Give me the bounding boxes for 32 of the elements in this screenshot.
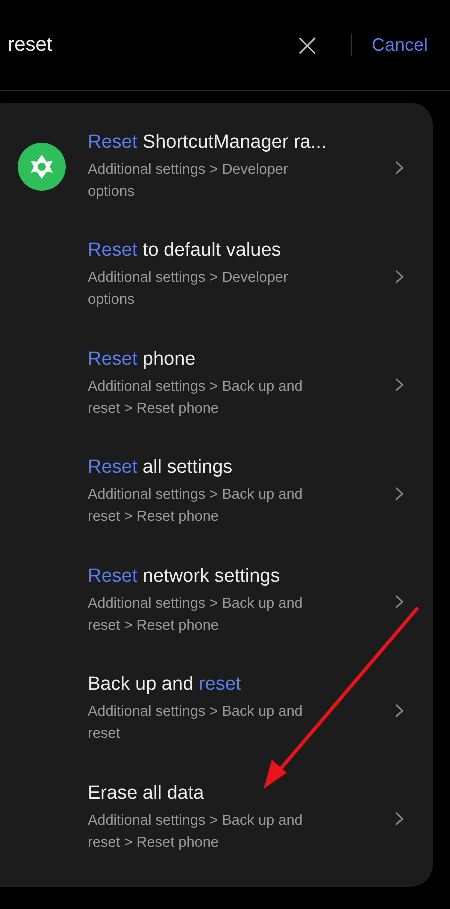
result-item[interactable]: Reset phone Additional settings > Back up and reset > Reset phone ›	[0, 330, 433, 438]
chevron-icon: ›	[393, 692, 407, 727]
result-title: Reset phone	[88, 348, 197, 371]
chevron-icon: ›	[393, 258, 407, 293]
result-item[interactable]: Reset to default values Additional settings > Developer options ›	[0, 222, 433, 330]
result-item[interactable]: Reset ShortcutManager ra... Additional settings > Developer options ›	[0, 113, 433, 222]
chevron-icon: ›	[393, 801, 407, 836]
search-field[interactable]: reset	[8, 34, 290, 56]
cancel-button[interactable]: Cancel	[372, 34, 428, 56]
chevron-icon: ›	[393, 150, 407, 184]
result-title: Erase all data	[88, 782, 206, 805]
chevron-icon: ›	[393, 584, 407, 618]
result-item[interactable]: Reset network settings Additional settings > Back up and reset > Reset phone ›	[0, 547, 433, 656]
result-path: Additional settings > Developer options	[88, 160, 290, 202]
result-item[interactable]: Back up and reset Additional settings > Back up and reset ›	[0, 656, 433, 764]
chevron-icon: ›	[393, 367, 407, 402]
chevron-icon: ›	[393, 476, 407, 510]
result-path: Additional settings > Back up and reset > Reset phone	[88, 486, 304, 528]
result-path: Additional settings > Back up and reset > Reset phone	[88, 812, 304, 853]
result-path: Additional settings > Developer options	[88, 269, 290, 310]
result-title: Reset ShortcutManager ra...	[88, 132, 328, 154]
clear-button[interactable]: ×	[290, 29, 325, 61]
result-path: Additional settings > Back up and reset	[88, 703, 304, 744]
result-title: Reset to default values	[88, 240, 282, 262]
result-path: Additional settings > Back up and reset > Reset phone	[88, 594, 304, 636]
result-title: Reset all settings	[88, 457, 234, 480]
result-title: Back up and reset	[88, 674, 242, 696]
result-title: Reset network settings	[88, 566, 282, 588]
result-item[interactable]: Reset all settings Additional settings > Back up and reset > Reset phone ›	[0, 438, 433, 547]
settings-icon	[18, 143, 66, 192]
result-item[interactable]: Erase all data Additional settings > Back up and reset > Reset phone ›	[0, 764, 433, 872]
result-path: Additional settings > Back up and reset > Reset phone	[88, 378, 304, 419]
